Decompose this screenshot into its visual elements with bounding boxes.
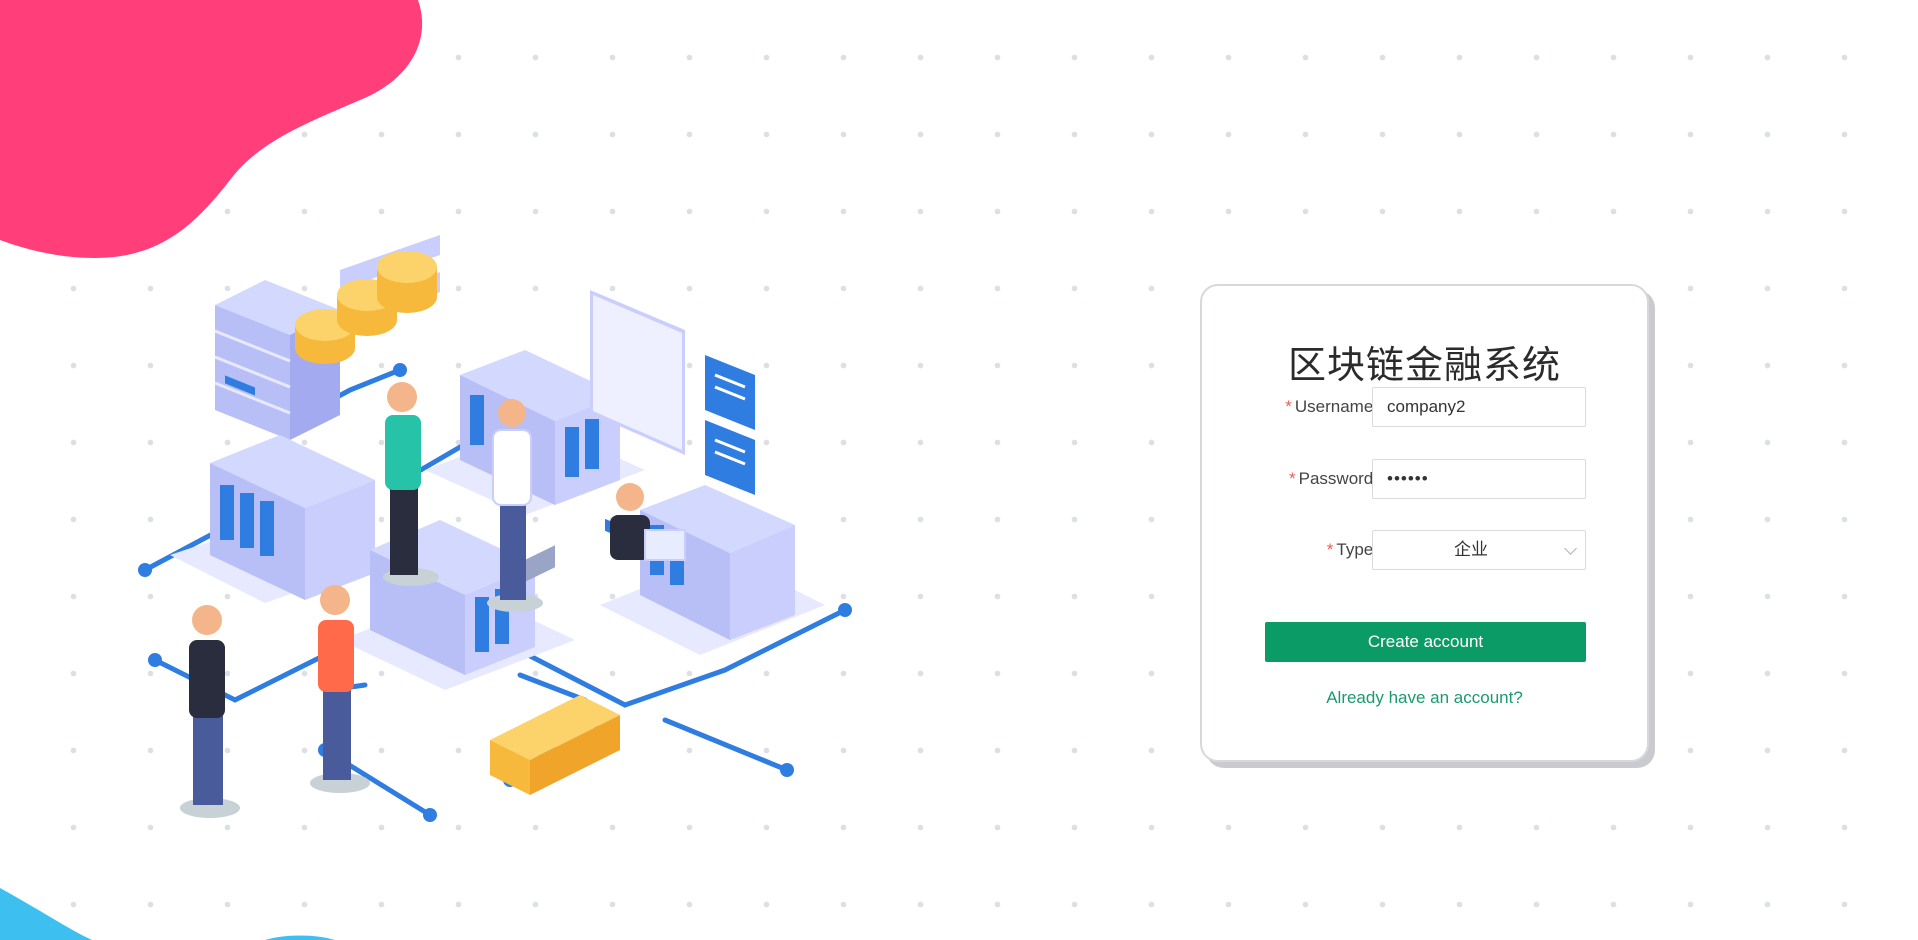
login-link[interactable]: Already have an account? — [1202, 688, 1647, 708]
password-label: * Password: — [1289, 469, 1378, 488]
blockchain-servers-illustration-icon — [138, 235, 852, 822]
password-input[interactable]: •••••• — [1372, 459, 1586, 499]
username-label: * Username: — [1285, 397, 1378, 416]
type-select[interactable]: 企业 — [1372, 530, 1586, 570]
chevron-down-icon[interactable] — [1564, 542, 1577, 555]
pink-blob — [0, 0, 423, 258]
type-row: * Type: 企业 — [1202, 530, 1647, 570]
register-card: 区块链金融系统 *Username: *Password: •••••• *Ty… — [1200, 284, 1649, 762]
required-star: * — [1326, 540, 1334, 559]
blue-blob-small — [265, 935, 335, 940]
blue-blob — [0, 888, 92, 940]
type-label: * Type: — [1326, 540, 1378, 559]
username-input[interactable] — [1372, 387, 1586, 427]
username-row: * Username: — [1202, 387, 1647, 427]
create-account-button[interactable]: Create account — [1265, 622, 1586, 662]
password-row: * Password: •••••• — [1202, 459, 1647, 499]
required-star: * — [1285, 397, 1292, 416]
type-selected-value: 企业 — [1454, 540, 1488, 560]
page-title: 区块链金融系统 — [1287, 343, 1561, 387]
required-star: * — [1289, 469, 1296, 488]
